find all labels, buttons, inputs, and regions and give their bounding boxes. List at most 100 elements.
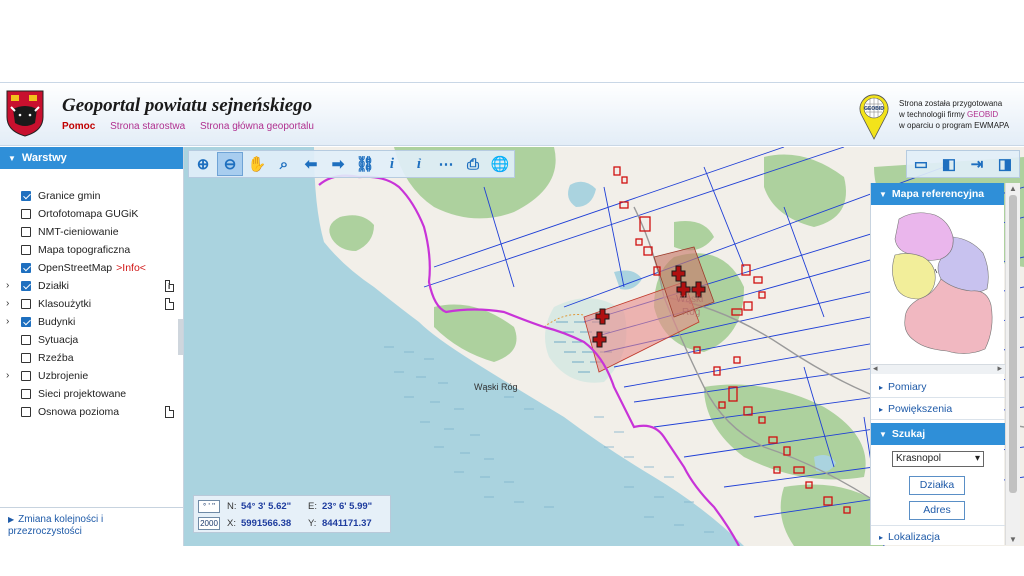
layer-label-text: Ortofotomapa GUGiK: [38, 208, 139, 220]
pan-hand-icon[interactable]: ✋: [244, 152, 270, 176]
layout-arrow-icon[interactable]: ⇥: [964, 152, 990, 176]
layer-checkbox[interactable]: [21, 263, 31, 273]
layers-panel: ▼ Warstwy Granice gmin Ortofotomapa GUGiK N…: [0, 147, 184, 546]
zoom-out-icon[interactable]: ⊖: [217, 152, 243, 176]
layer-checkbox[interactable]: [21, 407, 31, 417]
link-icon[interactable]: ⛓: [352, 152, 378, 176]
layer-checkbox[interactable]: [21, 245, 31, 255]
layer-label: Osnowa pozioma: [38, 403, 119, 421]
reference-map[interactable]: [875, 209, 1001, 359]
order-transparency-link[interactable]: ▶ Zmiana kolejności i przezroczystości: [0, 507, 183, 546]
geoportal-home-link[interactable]: Strona główna geoportalu: [200, 121, 314, 132]
chevron-right-icon[interactable]: ›: [6, 277, 9, 295]
layout-left-panel-icon[interactable]: ◧: [936, 152, 962, 176]
layer-info-link[interactable]: >Info<: [116, 262, 146, 274]
refmap-title: Mapa referencyjna: [891, 188, 985, 200]
measure-icon[interactable]: ⋯: [433, 152, 459, 176]
lokalizacja-section[interactable]: ▸ Lokalizacja: [871, 525, 1005, 546]
layers-splitter[interactable]: [178, 319, 183, 355]
right-panel: ▼ Mapa referencyjna ▸ Pomiary ▸ Powiększeni…: [870, 183, 1005, 546]
layer-checkbox[interactable]: [21, 281, 31, 291]
layer-label-text: Sieci projektowane: [38, 388, 127, 400]
commune-select[interactable]: Krasnopol: [892, 451, 984, 467]
zoom-region-icon[interactable]: ⌕: [271, 152, 297, 176]
layer-label: Rzeźba: [38, 349, 74, 367]
print-icon[interactable]: ⎙: [460, 152, 486, 176]
layer-item[interactable]: Ortofotomapa GUGiK: [0, 205, 180, 223]
layer-item[interactable]: › Klasoużytki: [0, 295, 180, 313]
help-link[interactable]: Pomoc: [62, 121, 95, 132]
layer-label: Ortofotomapa GUGiK: [38, 205, 138, 223]
layer-checkbox[interactable]: [21, 227, 31, 237]
layer-doc-icon[interactable]: [165, 406, 174, 418]
forward-arrow-icon[interactable]: ➡: [325, 152, 351, 176]
chevron-right-icon: ▸: [879, 533, 884, 542]
layer-label: Granice gmin: [38, 187, 100, 205]
n-value: 54° 3' 5.62": [241, 501, 292, 512]
scroll-up-icon[interactable]: ▲: [1009, 184, 1017, 193]
layer-item[interactable]: › Działki: [0, 277, 180, 296]
layer-checkbox[interactable]: [21, 371, 31, 381]
chevron-right-icon[interactable]: ›: [6, 367, 9, 385]
geobid-logo[interactable]: GEOBID: [858, 92, 890, 140]
layer-item[interactable]: Granice gmin: [0, 187, 180, 205]
e-label: E:: [308, 501, 317, 512]
layer-checkbox[interactable]: [21, 389, 31, 399]
layer-item[interactable]: › Uzbrojenie: [0, 367, 180, 385]
scroll-thumb[interactable]: [1009, 195, 1017, 493]
search-title: Szukaj: [891, 428, 926, 440]
right-panel-scrollbar[interactable]: ▲ ▼: [1005, 183, 1020, 545]
layer-checkbox[interactable]: [21, 299, 31, 309]
search-address-button[interactable]: Adres: [909, 501, 965, 520]
layer-item[interactable]: Osnowa pozioma: [0, 403, 180, 421]
layers-panel-header[interactable]: ▼ Warstwy: [0, 147, 183, 169]
layer-label: OpenStreetMap >Info<: [38, 259, 146, 277]
layer-label: NMT-cieniowanie: [38, 223, 119, 241]
chevron-right-icon[interactable]: ›: [6, 313, 9, 331]
layout-right-panel-icon[interactable]: ◨: [992, 152, 1018, 176]
layer-item[interactable]: NMT-cieniowanie: [0, 223, 180, 241]
globe-icon[interactable]: 🌐: [487, 152, 513, 176]
layer-label-text: Granice gmin: [38, 190, 101, 202]
chevron-right-icon[interactable]: ›: [6, 295, 9, 313]
layer-item[interactable]: OpenStreetMap >Info<: [0, 259, 180, 277]
map-view[interactable]: Wąski Róg Wąski Róg ⊕ ⊖ ✋ ⌕ ⬅ ➡ ⛓ i ỉ ⋯ …: [184, 147, 1024, 546]
search-header[interactable]: ▼ Szukaj: [871, 423, 1005, 445]
starostwo-link[interactable]: Strona starostwa: [110, 121, 185, 132]
layer-item[interactable]: Mapa topograficzna: [0, 241, 180, 259]
layer-item[interactable]: › Budynki: [0, 313, 180, 331]
crs-2000-button[interactable]: 2000: [198, 517, 220, 530]
search-parcel-button[interactable]: Działka: [909, 476, 965, 495]
back-arrow-icon[interactable]: ⬅: [298, 152, 324, 176]
layout-toolbar: ▭ ◧ ⇥ ◨: [906, 150, 1020, 178]
credit-line-2-text: w technologii firmy: [899, 110, 968, 119]
layer-item[interactable]: Sytuacja: [0, 331, 180, 349]
refmap-scrollbar[interactable]: [871, 363, 1005, 374]
layer-checkbox[interactable]: [21, 353, 31, 363]
pomiary-section[interactable]: ▸ Pomiary: [871, 376, 1005, 398]
layout-full-icon[interactable]: ▭: [908, 152, 934, 176]
layer-label: Sytuacja: [38, 331, 78, 349]
credit-line-2: w technologii firmy GEOBID: [899, 109, 1009, 120]
refmap-header[interactable]: ▼ Mapa referencyjna: [871, 183, 1004, 205]
lokalizacja-label: Lokalizacja: [888, 531, 940, 543]
dms-format-button[interactable]: ° ' ": [198, 500, 220, 513]
zoom-in-icon[interactable]: ⊕: [190, 152, 216, 176]
powiekszenia-section[interactable]: ▸ Powiększenia: [871, 398, 1005, 420]
query-info-icon[interactable]: ỉ: [406, 152, 432, 176]
info-icon[interactable]: i: [379, 152, 405, 176]
layer-item[interactable]: Sieci projektowane: [0, 385, 180, 403]
geobid-link[interactable]: GEOBID: [967, 110, 998, 119]
scroll-down-icon[interactable]: ▼: [1009, 535, 1017, 544]
page-title: Geoportal powiatu sejneńskiego: [62, 95, 313, 116]
layer-item[interactable]: Rzeźba: [0, 349, 180, 367]
layer-checkbox[interactable]: [21, 191, 31, 201]
app-window: Geoportal powiatu sejneńskiego Pomoc Str…: [0, 82, 1024, 546]
layer-doc-icon[interactable]: [165, 298, 174, 310]
layer-label: Klasoużytki: [38, 295, 91, 313]
layer-checkbox[interactable]: [21, 317, 31, 327]
layer-checkbox[interactable]: [21, 209, 31, 219]
layer-info-doc-icon[interactable]: [165, 278, 174, 296]
layer-checkbox[interactable]: [21, 335, 31, 345]
x-label: X:: [227, 518, 236, 529]
